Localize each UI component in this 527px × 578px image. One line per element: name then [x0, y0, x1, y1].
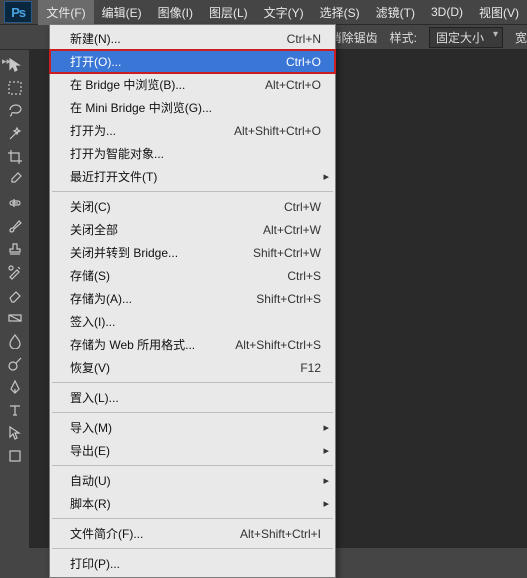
style-label: 样式: — [390, 29, 417, 46]
menu-item-14[interactable]: 存储为 Web 所用格式... Alt+Shift+Ctrl+S — [50, 333, 335, 356]
menu-item-1[interactable]: 打开(O)... Ctrl+O — [50, 50, 335, 73]
menu-item-13[interactable]: 签入(I)... — [50, 310, 335, 333]
dodge-tool-icon[interactable] — [2, 353, 28, 375]
menu-item-shortcut: Alt+Shift+Ctrl+S — [215, 338, 321, 352]
menu-item-label: 存储为(A)... — [70, 290, 132, 307]
app-icon: Ps — [4, 1, 32, 23]
menu-item-shortcut: Alt+Ctrl+O — [245, 78, 321, 92]
width-label: 宽 — [515, 29, 527, 46]
menu-item-shortcut: Ctrl+W — [264, 200, 321, 214]
menu-item-shortcut: F12 — [280, 361, 321, 375]
eyedropper-tool-icon[interactable] — [2, 169, 28, 191]
menu-separator — [52, 518, 333, 519]
menu-item-label: 关闭(C) — [70, 198, 111, 215]
menu-item-shortcut: Ctrl+O — [266, 55, 321, 69]
history-brush-tool-icon[interactable] — [2, 261, 28, 283]
menu-item-label: 最近打开文件(T) — [70, 168, 157, 185]
menu-item-3[interactable]: 在 Mini Bridge 中浏览(G)... — [50, 96, 335, 119]
menu-image[interactable]: 图像(I) — [150, 0, 201, 25]
stamp-tool-icon[interactable] — [2, 238, 28, 260]
menu-item-12[interactable]: 存储为(A)... Shift+Ctrl+S — [50, 287, 335, 310]
gradient-tool-icon[interactable] — [2, 307, 28, 329]
menu-file[interactable]: 文件(F) — [38, 0, 93, 25]
menu-item-shortcut: Shift+Ctrl+W — [233, 246, 321, 260]
menu-item-6[interactable]: 最近打开文件(T) — [50, 165, 335, 188]
menu-item-19[interactable]: 导入(M) — [50, 416, 335, 439]
toolbar — [0, 50, 30, 548]
menu-item-9[interactable]: 关闭全部 Alt+Ctrl+W — [50, 218, 335, 241]
menu-item-label: 置入(L)... — [70, 389, 119, 406]
crop-tool-icon[interactable] — [2, 146, 28, 168]
menu-item-0[interactable]: 新建(N)... Ctrl+N — [50, 27, 335, 50]
menu-layer[interactable]: 图层(L) — [201, 0, 256, 25]
menu-item-label: 打开为... — [70, 122, 116, 139]
marquee-tool-icon[interactable] — [2, 77, 28, 99]
menu-item-label: 关闭并转到 Bridge... — [70, 244, 178, 261]
menu-item-shortcut: Ctrl+S — [267, 269, 321, 283]
menu-item-label: 文件简介(F)... — [70, 525, 143, 542]
menu-item-label: 恢复(V) — [70, 359, 110, 376]
menu-item-27[interactable]: 打印(P)... — [50, 552, 335, 575]
blur-tool-icon[interactable] — [2, 330, 28, 352]
menu-3d[interactable]: 3D(D) — [423, 1, 471, 23]
menu-item-shortcut: Ctrl+N — [267, 32, 321, 46]
lasso-tool-icon[interactable] — [2, 100, 28, 122]
menu-item-shortcut: Alt+Shift+Ctrl+O — [214, 124, 321, 138]
menubar: Ps 文件(F) 编辑(E) 图像(I) 图层(L) 文字(Y) 选择(S) 滤… — [0, 0, 527, 24]
menu-item-label: 脚本(R) — [70, 495, 111, 512]
menu-item-label: 打印(P)... — [70, 555, 120, 572]
menu-item-2[interactable]: 在 Bridge 中浏览(B)... Alt+Ctrl+O — [50, 73, 335, 96]
menu-item-label: 打开为智能对象... — [70, 145, 164, 162]
brush-tool-icon[interactable] — [2, 215, 28, 237]
menu-item-shortcut: Shift+Ctrl+S — [236, 292, 321, 306]
pen-tool-icon[interactable] — [2, 376, 28, 398]
menu-item-20[interactable]: 导出(E) — [50, 439, 335, 462]
wand-tool-icon[interactable] — [2, 123, 28, 145]
toolbar-expand-icon[interactable]: ▸▸ — [2, 57, 11, 66]
menu-item-label: 在 Bridge 中浏览(B)... — [70, 76, 185, 93]
menu-separator — [52, 191, 333, 192]
menu-item-23[interactable]: 脚本(R) — [50, 492, 335, 515]
menu-item-label: 导出(E) — [70, 442, 110, 459]
menu-filter[interactable]: 滤镜(T) — [368, 0, 423, 25]
menu-item-shortcut: Alt+Shift+Ctrl+I — [220, 527, 321, 541]
menu-item-label: 关闭全部 — [70, 221, 118, 238]
menu-item-11[interactable]: 存储(S) Ctrl+S — [50, 264, 335, 287]
anti-alias-label: 消除锯齿 — [330, 29, 378, 46]
menu-type[interactable]: 文字(Y) — [256, 0, 312, 25]
menu-view[interactable]: 视图(V) — [471, 0, 527, 25]
menu-separator — [52, 382, 333, 383]
menu-item-label: 存储为 Web 所用格式... — [70, 336, 195, 353]
menu-item-label: 签入(I)... — [70, 313, 115, 330]
menu-item-25[interactable]: 文件简介(F)... Alt+Shift+Ctrl+I — [50, 522, 335, 545]
menu-item-label: 导入(M) — [70, 419, 112, 436]
menu-item-17[interactable]: 置入(L)... — [50, 386, 335, 409]
menu-item-5[interactable]: 打开为智能对象... — [50, 142, 335, 165]
menu-item-shortcut: Alt+Ctrl+W — [243, 223, 321, 237]
style-select[interactable]: 固定大小 — [429, 27, 503, 48]
healing-tool-icon[interactable] — [2, 192, 28, 214]
shape-tool-icon[interactable] — [2, 445, 28, 467]
menu-item-15[interactable]: 恢复(V) F12 — [50, 356, 335, 379]
eraser-tool-icon[interactable] — [2, 284, 28, 306]
menu-separator — [52, 465, 333, 466]
menu-item-4[interactable]: 打开为... Alt+Shift+Ctrl+O — [50, 119, 335, 142]
menu-item-22[interactable]: 自动(U) — [50, 469, 335, 492]
menu-separator — [52, 412, 333, 413]
menu-item-8[interactable]: 关闭(C) Ctrl+W — [50, 195, 335, 218]
menu-item-10[interactable]: 关闭并转到 Bridge... Shift+Ctrl+W — [50, 241, 335, 264]
menu-item-label: 自动(U) — [70, 472, 111, 489]
menu-item-label: 存储(S) — [70, 267, 110, 284]
menu-item-label: 新建(N)... — [70, 30, 121, 47]
file-menu-dropdown: 新建(N)... Ctrl+N 打开(O)... Ctrl+O 在 Bridge 中浏览… — [49, 24, 336, 578]
path-tool-icon[interactable] — [2, 422, 28, 444]
menu-select[interactable]: 选择(S) — [312, 0, 368, 25]
menu-separator — [52, 548, 333, 549]
menu-item-label: 在 Mini Bridge 中浏览(G)... — [70, 99, 212, 116]
menu-edit[interactable]: 编辑(E) — [94, 0, 150, 25]
menu-item-label: 打开(O)... — [70, 53, 121, 70]
type-tool-icon[interactable] — [2, 399, 28, 421]
